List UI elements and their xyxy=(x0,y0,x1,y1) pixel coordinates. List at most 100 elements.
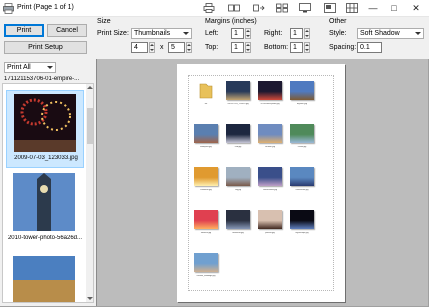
layout-icon[interactable] xyxy=(324,3,336,13)
window-title: Print (Page 1 of 1) xyxy=(17,4,74,11)
preview-thumbnail-caption: cartoon.jpg xyxy=(265,146,275,148)
preview-thumbnail-caption: nightscape.jpg xyxy=(295,232,309,234)
fireworks-photo xyxy=(14,94,76,152)
spin-up-icon xyxy=(246,44,250,46)
thumbnail-caption: 2010-tower-photo-56a26d... xyxy=(7,235,83,241)
print-app-icon xyxy=(3,3,14,14)
scroll-down-icon[interactable] xyxy=(87,297,93,300)
top-margin-label: Top: xyxy=(205,44,219,51)
print-single-icon[interactable] xyxy=(228,3,240,13)
preview-thumbnail xyxy=(290,124,314,143)
preview-thumbnail-caption: cathedral.jpg xyxy=(200,189,212,191)
spin-down-icon xyxy=(305,49,309,51)
spacing-input[interactable]: 0.1 xyxy=(357,42,382,53)
print-next-icon[interactable] xyxy=(253,3,265,13)
print-size-select[interactable]: Thumbnails xyxy=(131,28,192,39)
thumbnail-item[interactable]: 2009-07-03_123033.jpg xyxy=(6,90,84,168)
thumbnail-scrollbar[interactable] xyxy=(86,84,93,302)
left-margin-input[interactable]: 1 xyxy=(231,28,244,39)
preview-thumbnail xyxy=(258,81,282,100)
preview-thumbnail xyxy=(258,210,282,229)
monitor-icon[interactable] xyxy=(299,3,311,13)
print-multi-icon[interactable] xyxy=(276,3,288,13)
print-page-icon[interactable] xyxy=(203,3,215,13)
preview-thumbnail xyxy=(194,81,218,100)
preview-thumbnail xyxy=(258,124,282,143)
spacing-label: Spacing: xyxy=(329,44,357,51)
print-size-label: Print Size: xyxy=(97,30,129,37)
grid-icon[interactable] xyxy=(346,3,358,13)
times-label: x xyxy=(160,44,164,51)
print-preview: file 2009-07-03_123033.jpg 2010-tower-phot… xyxy=(96,59,428,306)
preview-thumbnail-caption: colorful_buildings.jpg xyxy=(196,275,216,277)
thumbnail-item[interactable]: 2010-tower-photo-56a26d... xyxy=(6,173,84,248)
preview-thumbnail xyxy=(226,210,250,229)
spin-up-icon xyxy=(187,44,191,46)
print-size-value: Thumbnails xyxy=(134,30,171,37)
top-margin-input[interactable]: 1 xyxy=(231,42,244,53)
preview-thumbnail xyxy=(290,167,314,186)
preview-thumbnail-caption: headshot.jpg xyxy=(232,232,244,234)
preview-thumbnail-caption: big-ben.jpg xyxy=(297,103,307,105)
preview-thumbnail xyxy=(258,167,282,186)
print-filter-select[interactable]: Print All xyxy=(4,62,56,73)
style-value: Soft Shadow xyxy=(360,30,400,37)
thumbnail-list[interactable]: 2009-07-03_123033.jpg 2010-tower-photo-5… xyxy=(2,83,94,303)
cancel-button[interactable]: Cancel xyxy=(47,24,87,37)
rows-input[interactable]: 5 xyxy=(168,42,185,53)
thumbnail-caption: 2009-07-03_123033.jpg xyxy=(14,155,78,161)
preview-thumbnail xyxy=(194,210,218,229)
close-button[interactable]: ✕ xyxy=(405,0,427,17)
right-margin-label: Right: xyxy=(264,30,283,37)
preview-thumbnail-caption: cloud-island.jpg xyxy=(263,189,277,191)
preview-thumbnail-caption: budapest.jpg xyxy=(200,146,212,148)
print-setup-button[interactable]: Print Setup xyxy=(4,41,87,54)
minimize-button[interactable]: — xyxy=(362,0,384,17)
options-panel: Print Cancel Print Setup Size Print Size… xyxy=(0,17,429,59)
print-button[interactable]: Print xyxy=(4,24,44,37)
maximize-button[interactable]: □ xyxy=(383,0,405,17)
left-margin-label: Left: xyxy=(205,30,219,37)
scrollbar-thumb[interactable] xyxy=(87,108,93,144)
preview-thumbnail-caption: firework.jpg xyxy=(200,232,212,234)
chevron-down-icon xyxy=(415,32,421,35)
right-margin-stepper[interactable] xyxy=(304,28,310,39)
spin-down-icon xyxy=(150,49,154,51)
preview-thumbnail-caption: cab.jpg xyxy=(234,146,242,148)
preview-thumbnail xyxy=(226,81,250,100)
bottom-margin-label: Bottom: xyxy=(264,44,289,51)
spin-down-icon xyxy=(246,49,250,51)
bottom-margin-input[interactable]: 1 xyxy=(290,42,303,53)
preview-thumbnail-caption: castle.jpg xyxy=(297,146,307,148)
left-margin-stepper[interactable] xyxy=(245,28,251,39)
scroll-up-icon[interactable] xyxy=(87,86,93,89)
columns-input[interactable]: 4 xyxy=(131,42,148,53)
spin-down-icon xyxy=(187,49,191,51)
title-bar: Print (Page 1 of 1) — □ ✕ xyxy=(0,0,429,17)
spin-up-icon xyxy=(305,30,309,32)
preview-thumbnail-caption: 2009-07-03_123033.jpg xyxy=(227,103,249,105)
preview-thumbnail xyxy=(194,167,218,186)
preview-thumbnail-caption: colosseum.jpg xyxy=(295,189,309,191)
preview-thumbnail-caption: file xyxy=(204,103,208,105)
thumbnail-item[interactable] xyxy=(6,256,84,302)
chevron-down-icon xyxy=(183,32,189,35)
preview-thumbnail xyxy=(194,124,218,143)
preview-thumbnail xyxy=(226,124,250,143)
preview-thumbnail xyxy=(226,167,250,186)
columns-stepper[interactable] xyxy=(149,42,155,53)
spin-down-icon xyxy=(305,35,309,37)
style-select[interactable]: Soft Shadow xyxy=(357,28,424,39)
size-heading: Size xyxy=(97,18,111,25)
style-label: Style: xyxy=(329,30,347,37)
rows-stepper[interactable] xyxy=(186,42,192,53)
margins-heading: Margins (inches) xyxy=(205,18,257,25)
right-margin-input[interactable]: 1 xyxy=(290,28,303,39)
spin-up-icon xyxy=(305,44,309,46)
preview-thumbnail-caption: city.jpg xyxy=(234,189,242,191)
spin-up-icon xyxy=(246,30,250,32)
preview-thumbnail xyxy=(194,253,218,272)
print-filter-value: Print All xyxy=(7,64,31,71)
top-margin-stepper[interactable] xyxy=(245,42,251,53)
bottom-margin-stepper[interactable] xyxy=(304,42,310,53)
